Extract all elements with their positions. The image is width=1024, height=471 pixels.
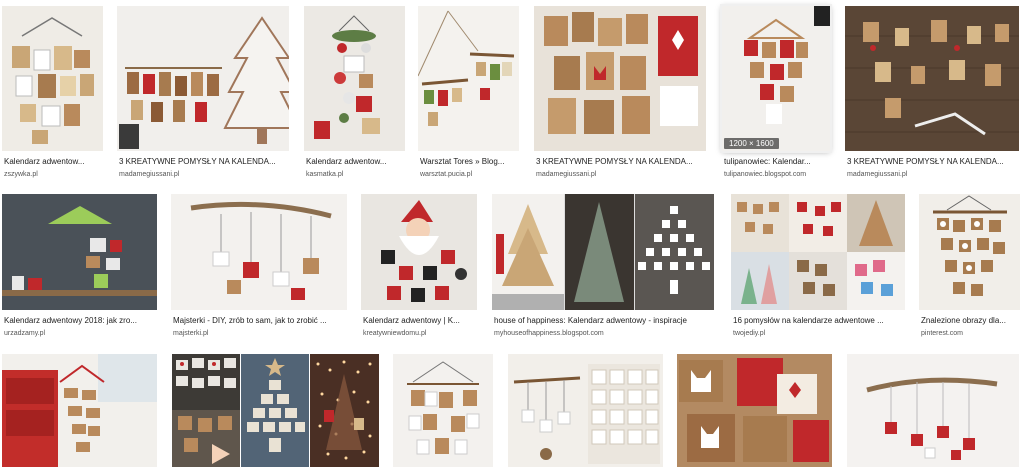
thumbnail[interactable] [172, 354, 240, 467]
thumbnail[interactable] [534, 6, 706, 151]
thumbnail[interactable] [310, 354, 379, 467]
result-source[interactable]: twojediy.pl [733, 329, 905, 339]
thumbnail[interactable] [508, 354, 663, 467]
result-source[interactable]: madamegiussani.pl [536, 170, 706, 180]
thumbnail[interactable] [117, 6, 289, 151]
result-title[interactable]: 3 KREATYWNE POMYSŁY NA KALENDA... [119, 156, 289, 167]
result-title[interactable]: Kalendarz adwentowy 2018: jak zro... [4, 315, 157, 326]
thumbnail[interactable] [2, 194, 157, 310]
result-source[interactable]: warsztat.pucia.pl [420, 170, 519, 180]
result-source[interactable]: myhouseofhappiness.blogspot.com [494, 329, 714, 339]
thumbnail[interactable] [304, 6, 405, 151]
result-source[interactable]: madamegiussani.pl [847, 170, 1019, 180]
result-title[interactable]: tulipanowiec: Kalendar... [724, 156, 830, 167]
result-title[interactable]: Kalendarz adwentow... [4, 156, 103, 167]
result-source[interactable]: tulipanowiec.blogspot.com [724, 170, 830, 180]
result-title[interactable]: Warsztat Tores » Blog... [420, 156, 519, 167]
thumbnail[interactable] [919, 194, 1020, 310]
result-source[interactable]: madamegiussani.pl [119, 170, 289, 180]
thumbnail[interactable]: 1200 × 1600 [722, 6, 830, 151]
thumbnail[interactable] [492, 194, 714, 310]
result-title[interactable]: Kalendarz adwentowy | K... [363, 315, 477, 326]
result-title[interactable]: Znalezione obrazy dla... [921, 315, 1020, 326]
result-title[interactable]: Kalendarz adwentow... [306, 156, 405, 167]
result-source[interactable]: majsterki.pl [173, 329, 347, 339]
result-source[interactable]: kreatywniewdomu.pl [363, 329, 477, 339]
result-source[interactable]: zszywka.pl [4, 170, 103, 180]
image-size-badge: 1200 × 1600 [724, 138, 779, 149]
thumbnail[interactable] [418, 6, 519, 151]
thumbnail[interactable] [845, 6, 1019, 151]
result-source[interactable]: kasmatka.pl [306, 170, 405, 180]
result-title[interactable]: Majsterki - DIY, zrób to sam, jak to zro… [173, 315, 347, 326]
thumbnail[interactable] [2, 354, 157, 467]
result-title[interactable]: house of happiness: Kalendarz adwentowy … [494, 315, 714, 326]
thumbnail[interactable] [731, 194, 905, 310]
thumbnail[interactable] [2, 6, 103, 151]
thumbnail[interactable] [171, 194, 347, 310]
result-title[interactable]: 3 KREATYWNE POMYSŁY NA KALENDA... [536, 156, 706, 167]
thumbnail[interactable] [677, 354, 832, 467]
thumbnail[interactable] [847, 354, 1019, 467]
result-title[interactable]: 3 KREATYWNE POMYSŁY NA KALENDA... [847, 156, 1019, 167]
thumbnail[interactable] [393, 354, 493, 467]
thumbnail[interactable] [361, 194, 477, 310]
result-source[interactable]: urzadzamy.pl [4, 329, 157, 339]
thumbnail[interactable] [241, 354, 309, 467]
result-source[interactable]: pinterest.com [921, 329, 1020, 339]
result-title[interactable]: 16 pomysłów na kalendarze adwentowe ... [733, 315, 905, 326]
